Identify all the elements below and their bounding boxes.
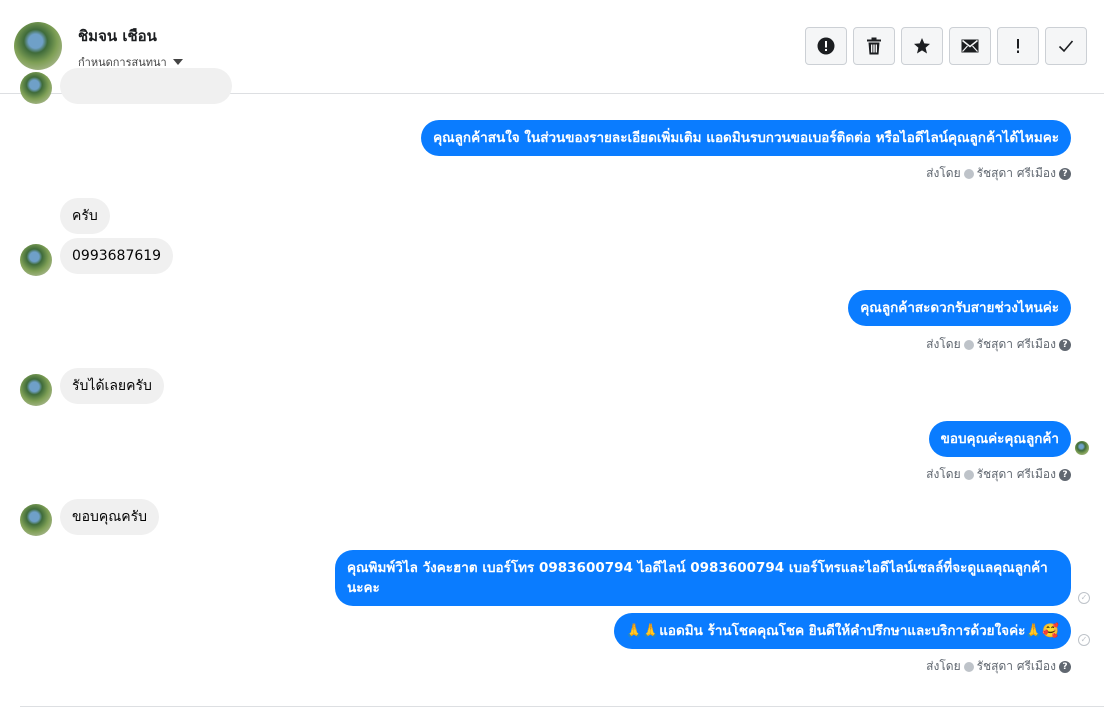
message-bubble-outgoing[interactable]: คุณลูกค้าสนใจ ในส่วนของรายละเอียดเพิ่มเต…: [421, 120, 1071, 156]
help-icon[interactable]: ?: [1059, 167, 1071, 180]
checkmark-icon: [1058, 40, 1074, 53]
help-icon[interactable]: ?: [1059, 660, 1071, 673]
sender-name[interactable]: รัชสุดา ศรีเมือง: [977, 657, 1056, 676]
sent-by-label: ส่งโดย: [926, 467, 961, 481]
seen-avatar: [1075, 441, 1089, 455]
spam-button[interactable]: [805, 27, 847, 65]
sent-by-meta: ส่งโดย รัชสุดา ศรีเมือง ?: [926, 657, 1071, 676]
message-thread[interactable]: คุณลูกค้าสนใจ ในส่วนของรายละเอียดเพิ่มเต…: [0, 68, 1104, 706]
message-bubble-outgoing[interactable]: คุณลูกค้าสะดวกรับสายช่วงไหนค่ะ: [848, 290, 1071, 326]
star-icon: [914, 38, 930, 54]
sender-avatar: [20, 244, 52, 276]
message-bubble-incoming[interactable]: 0993687619: [60, 238, 174, 274]
delete-button[interactable]: [853, 27, 895, 65]
page-icon: [963, 168, 974, 179]
composer-divider: [20, 706, 1104, 707]
sent-by-meta: ส่งโดย รัชสุดา ศรีเมือง ?: [926, 335, 1071, 354]
sent-by-label: ส่งโดย: [926, 166, 961, 180]
message-bubble-outgoing[interactable]: 🙏🙏แอดมิน ร้านโชคคุณโชค ยินดีให้คำปรึกษาแ…: [613, 613, 1071, 649]
conversation-toolbar: [805, 27, 1087, 65]
sender-avatar: [20, 374, 52, 406]
contact-name[interactable]: ชิมจน เชือน: [78, 24, 157, 48]
sent-by-label: ส่งโดย: [926, 659, 961, 673]
page-icon: [963, 469, 974, 480]
caret-down-icon: [172, 59, 183, 65]
message-bubble-incoming[interactable]: รับได้เลยครับ: [60, 368, 164, 404]
envelope-icon: [961, 39, 979, 53]
mark-unread-button[interactable]: [949, 27, 991, 65]
page-icon: [963, 339, 974, 350]
help-icon[interactable]: ?: [1059, 468, 1071, 481]
exclamation-icon: [1017, 39, 1019, 53]
sender-name[interactable]: รัชสุดา ศรีเมือง: [977, 465, 1056, 484]
sent-by-meta: ส่งโดย รัชสุดา ศรีเมือง ?: [926, 164, 1071, 183]
sent-by-meta: ส่งโดย รัชสุดา ศรีเมือง ?: [926, 465, 1071, 484]
page-icon: [963, 661, 974, 672]
mark-done-button[interactable]: [1045, 27, 1087, 65]
delivered-check-icon: ✓: [1078, 592, 1090, 604]
star-button[interactable]: [901, 27, 943, 65]
sender-avatar: [20, 72, 52, 104]
message-bubble-outgoing[interactable]: คุณพิมพ์วิไล วังคะฮาต เบอร์โทร 098360079…: [335, 550, 1071, 606]
message-bubble-outgoing[interactable]: ขอบคุณค่ะคุณลูกค้า: [928, 421, 1071, 457]
message-bubble-incoming[interactable]: [60, 68, 232, 104]
sender-name[interactable]: รัชสุดา ศรีเมือง: [977, 164, 1056, 183]
delivered-check-icon: ✓: [1078, 634, 1090, 646]
sent-by-label: ส่งโดย: [926, 337, 961, 351]
sender-name[interactable]: รัชสุดา ศรีเมือง: [977, 335, 1056, 354]
message-bubble-incoming[interactable]: ขอบคุณครับ: [60, 499, 159, 535]
contact-avatar[interactable]: [14, 22, 62, 70]
sender-avatar: [20, 504, 52, 536]
message-bubble-incoming[interactable]: ครับ: [60, 198, 110, 234]
help-icon[interactable]: ?: [1059, 338, 1071, 351]
alert-circle-icon: [817, 37, 835, 55]
follow-up-button[interactable]: [997, 27, 1039, 65]
trash-icon: [867, 37, 881, 55]
